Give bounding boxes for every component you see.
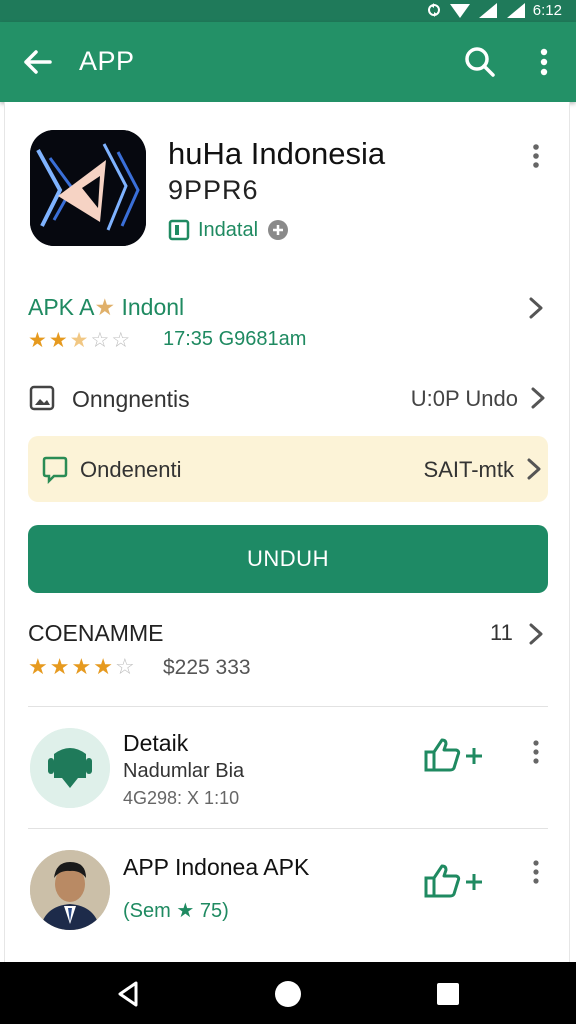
- more-vertical-icon[interactable]: [526, 738, 546, 768]
- star-icon: ★: [28, 654, 48, 679]
- list-item[interactable]: Detaik Nadumlar Bia 4G298: X 1:10: [28, 728, 548, 838]
- more-vertical-icon[interactable]: [528, 42, 560, 82]
- star-icon: ★: [48, 329, 68, 352]
- info-value: U:0P Undo: [410, 386, 518, 411]
- sync-icon: [427, 3, 440, 17]
- rating-date: 17:35 G9681am: [163, 328, 307, 350]
- install-button[interactable]: UNDUH: [28, 525, 548, 593]
- thumbs-up-plus-icon[interactable]: [422, 862, 488, 898]
- installed-row: Indatal: [168, 218, 290, 242]
- app-logo-icon: [30, 130, 146, 246]
- wifi-icon: [449, 4, 470, 18]
- list-item-title: APP Indonea APK: [123, 854, 310, 880]
- star-icon: ★: [93, 654, 113, 679]
- star-icon: ★: [94, 294, 116, 320]
- chevron-right-icon[interactable]: [526, 294, 546, 322]
- rating-title-suffix: Indonl: [121, 294, 185, 320]
- signal-icon: [478, 3, 497, 18]
- star-icon: ☆: [114, 654, 135, 679]
- status-time: 6:12: [532, 1, 562, 19]
- chat-icon: [42, 456, 68, 484]
- status-bar: 6:12: [0, 0, 576, 22]
- navigation-bar: [0, 962, 576, 1024]
- star-icon: ★: [49, 654, 70, 679]
- info-row[interactable]: Onngnentis U:0P Undo: [28, 378, 548, 422]
- app-bar: APP: [0, 22, 576, 102]
- person-photo-icon: [30, 850, 110, 930]
- installed-label: Indatal: [198, 218, 259, 241]
- triangle-back-icon[interactable]: [112, 978, 144, 1010]
- star-icon: ★: [71, 654, 92, 679]
- list-item[interactable]: APP Indonea APK (Sem ★ 75): [28, 850, 548, 960]
- rating-title-text: APK A: [28, 294, 95, 320]
- star-icon: ☆: [90, 329, 110, 352]
- chevron-right-icon: [531, 387, 545, 409]
- list-item-meta: 4G298: X 1:10: [123, 788, 240, 808]
- more-vertical-icon[interactable]: [526, 858, 546, 888]
- divider: [28, 828, 548, 829]
- arrow-left-icon[interactable]: [18, 42, 58, 82]
- star-icon: ★: [69, 329, 89, 352]
- avatar: [30, 850, 110, 930]
- rating-title[interactable]: APK A★ Indonl: [28, 294, 184, 321]
- divider: [28, 706, 548, 707]
- app-name: huHa Indonesia: [168, 136, 386, 171]
- list-item-subtitle: (Sem ★ 75): [123, 900, 229, 922]
- more-vertical-icon[interactable]: [524, 140, 548, 172]
- chevron-right-icon: [527, 458, 541, 480]
- rating-stars: ★ ★ ★ ☆ ☆: [28, 328, 130, 353]
- image-icon: [29, 385, 55, 411]
- thumbs-up-plus-icon[interactable]: [422, 736, 488, 772]
- highlight-row[interactable]: Ondenenti SAIT-mtk: [28, 436, 548, 502]
- square-recent-icon[interactable]: [432, 978, 464, 1010]
- star-icon: ☆: [111, 329, 131, 352]
- book-icon: [168, 219, 190, 241]
- section-stars: ★ ★ ★ ★ ☆: [28, 654, 135, 680]
- app-developer[interactable]: 9PPR6: [168, 175, 259, 206]
- section-title: COENAMME: [28, 620, 164, 646]
- avatar: [30, 728, 110, 808]
- section-count: 11: [490, 620, 513, 645]
- signal-2-icon: [506, 3, 525, 18]
- highlight-value: SAIT-mtk: [423, 457, 514, 482]
- circle-home-icon[interactable]: [272, 978, 304, 1010]
- android-app-icon: [30, 728, 110, 808]
- app-icon[interactable]: [30, 130, 146, 246]
- list-item-subtitle: Nadumlar Bia: [123, 760, 245, 782]
- status-icons: 6:12: [425, 1, 562, 19]
- highlight-label: Ondenenti: [80, 457, 182, 482]
- chevron-right-icon[interactable]: [526, 620, 546, 648]
- star-icon: ★: [28, 329, 47, 352]
- plus-circle-icon[interactable]: [266, 218, 290, 242]
- section-price: $225 333: [163, 656, 251, 679]
- search-icon[interactable]: [460, 42, 500, 82]
- info-label: Onngnentis: [72, 386, 190, 412]
- list-item-title: Detaik: [123, 730, 189, 756]
- app-bar-title: APP: [79, 46, 135, 76]
